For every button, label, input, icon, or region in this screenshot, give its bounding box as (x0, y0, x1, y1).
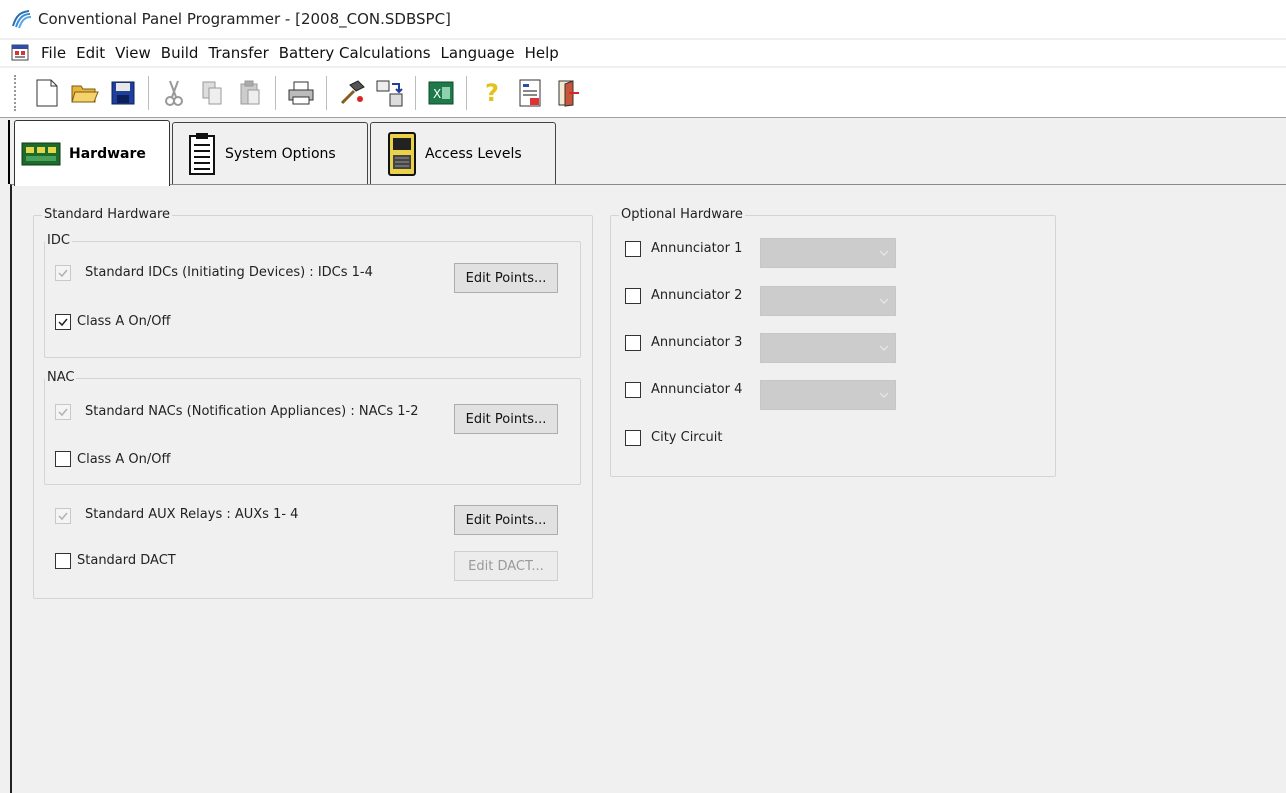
title-bar: Conventional Panel Programmer - [2008_CO… (0, 0, 1286, 38)
idc-title: IDC (45, 233, 72, 248)
menu-bar: File Edit View Build Transfer Battery Ca… (0, 40, 1286, 66)
toolbar-grip[interactable] (14, 74, 22, 111)
menu-edit[interactable]: Edit (71, 44, 110, 62)
tab-strip: Hardware System Options Access Levels (8, 120, 1286, 186)
cut-icon[interactable] (157, 75, 191, 111)
menu-view[interactable]: View (110, 44, 156, 62)
annunciator-4-select[interactable] (760, 380, 896, 410)
std-idc-checkbox[interactable] (55, 265, 71, 281)
circuit-board-icon (21, 142, 61, 165)
chevron-down-icon (879, 345, 889, 351)
open-folder-icon[interactable] (68, 75, 102, 111)
city-circuit-checkbox[interactable] (625, 430, 641, 446)
chevron-down-icon (879, 250, 889, 256)
annunciator-1-select[interactable] (760, 238, 896, 268)
std-nac-checkbox[interactable] (55, 404, 71, 420)
std-dact-checkbox[interactable] (55, 553, 71, 569)
tab-system-options-label: System Options (225, 145, 336, 162)
menu-file[interactable]: File (36, 44, 71, 62)
menu-battery-calculations[interactable]: Battery Calculations (274, 44, 436, 62)
standard-hardware-group: Standard Hardware IDC Standard IDCs (Ini… (33, 207, 593, 599)
exit-door-icon[interactable] (551, 75, 585, 111)
std-nac-label: Standard NACs (Notification Appliances) … (85, 404, 419, 419)
nac-group: NAC Standard NACs (Notification Applianc… (44, 370, 581, 485)
print-icon[interactable] (284, 75, 318, 111)
paste-icon[interactable] (233, 75, 267, 111)
annunciator-3-checkbox[interactable] (625, 335, 641, 351)
annunciator-2-select[interactable] (760, 286, 896, 316)
idc-group: IDC Standard IDCs (Initiating Devices) :… (44, 233, 581, 358)
help-icon[interactable]: ? (475, 75, 509, 111)
toolbar-separator (148, 75, 149, 110)
hardware-panel: Standard Hardware IDC Standard IDCs (Ini… (10, 184, 1286, 793)
copy-icon[interactable] (195, 75, 229, 111)
nac-title: NAC (45, 370, 77, 385)
menu-build[interactable]: Build (156, 44, 204, 62)
annunciator-1-checkbox[interactable] (625, 241, 641, 257)
document-icon[interactable] (10, 43, 32, 63)
idc-class-a-checkbox[interactable] (55, 314, 71, 330)
annunciator-1-label: Annunciator 1 (651, 241, 743, 256)
toolbar-separator (326, 75, 327, 110)
tab-system-options[interactable]: System Options (172, 122, 368, 184)
clipboard-icon (189, 132, 215, 175)
annunciator-3-select[interactable] (760, 333, 896, 363)
toolbar-separator (275, 75, 276, 110)
tab-access-levels-label: Access Levels (425, 145, 522, 162)
annunciator-2-label: Annunciator 2 (651, 288, 743, 303)
city-circuit-label: City Circuit (651, 430, 723, 445)
annunciator-3-label: Annunciator 3 (651, 335, 743, 350)
excel-icon[interactable]: X (424, 75, 458, 111)
annunciator-4-label: Annunciator 4 (651, 382, 743, 397)
app-logo-icon (12, 10, 32, 29)
annunciator-2-checkbox[interactable] (625, 288, 641, 304)
toolbar-separator (415, 75, 416, 110)
standard-hardware-title: Standard Hardware (42, 207, 173, 222)
keypad-device-icon (388, 131, 416, 176)
tab-hardware[interactable]: Hardware (14, 120, 170, 186)
window-title: Conventional Panel Programmer - [2008_CO… (38, 10, 451, 28)
std-idc-label: Standard IDCs (Initiating Devices) : IDC… (85, 265, 373, 280)
std-aux-checkbox[interactable] (55, 508, 71, 524)
nac-class-a-checkbox[interactable] (55, 451, 71, 467)
chevron-down-icon (879, 298, 889, 304)
nac-class-a-label: Class A On/Off (77, 452, 171, 467)
svg-text:?: ? (485, 79, 499, 107)
menu-transfer[interactable]: Transfer (203, 44, 273, 62)
optional-hardware-title: Optional Hardware (619, 207, 745, 222)
nac-edit-points-button[interactable]: Edit Points... (454, 404, 558, 434)
tab-access-levels[interactable]: Access Levels (370, 122, 556, 184)
svg-text:X: X (433, 87, 441, 101)
chevron-down-icon (879, 392, 889, 398)
annunciator-4-checkbox[interactable] (625, 382, 641, 398)
std-dact-label: Standard DACT (77, 553, 176, 568)
std-aux-label: Standard AUX Relays : AUXs 1- 4 (85, 507, 299, 522)
edit-dact-button[interactable]: Edit DACT... (454, 551, 558, 581)
aux-edit-points-button[interactable]: Edit Points... (454, 505, 558, 535)
toolbar: X ? (0, 68, 1286, 118)
idc-class-a-label: Class A On/Off (77, 314, 171, 329)
build-hammer-icon[interactable] (335, 75, 369, 111)
save-icon[interactable] (106, 75, 140, 111)
transfer-icon[interactable] (373, 75, 407, 111)
idc-edit-points-button[interactable]: Edit Points... (454, 263, 558, 293)
battery-calc-icon[interactable] (513, 75, 547, 111)
toolbar-separator (466, 75, 467, 110)
menu-language[interactable]: Language (436, 44, 520, 62)
new-file-icon[interactable] (30, 75, 64, 111)
menu-help[interactable]: Help (520, 44, 564, 62)
tab-hardware-label: Hardware (69, 145, 146, 162)
optional-hardware-group: Optional Hardware Annunciator 1 Annuncia… (610, 207, 1056, 477)
